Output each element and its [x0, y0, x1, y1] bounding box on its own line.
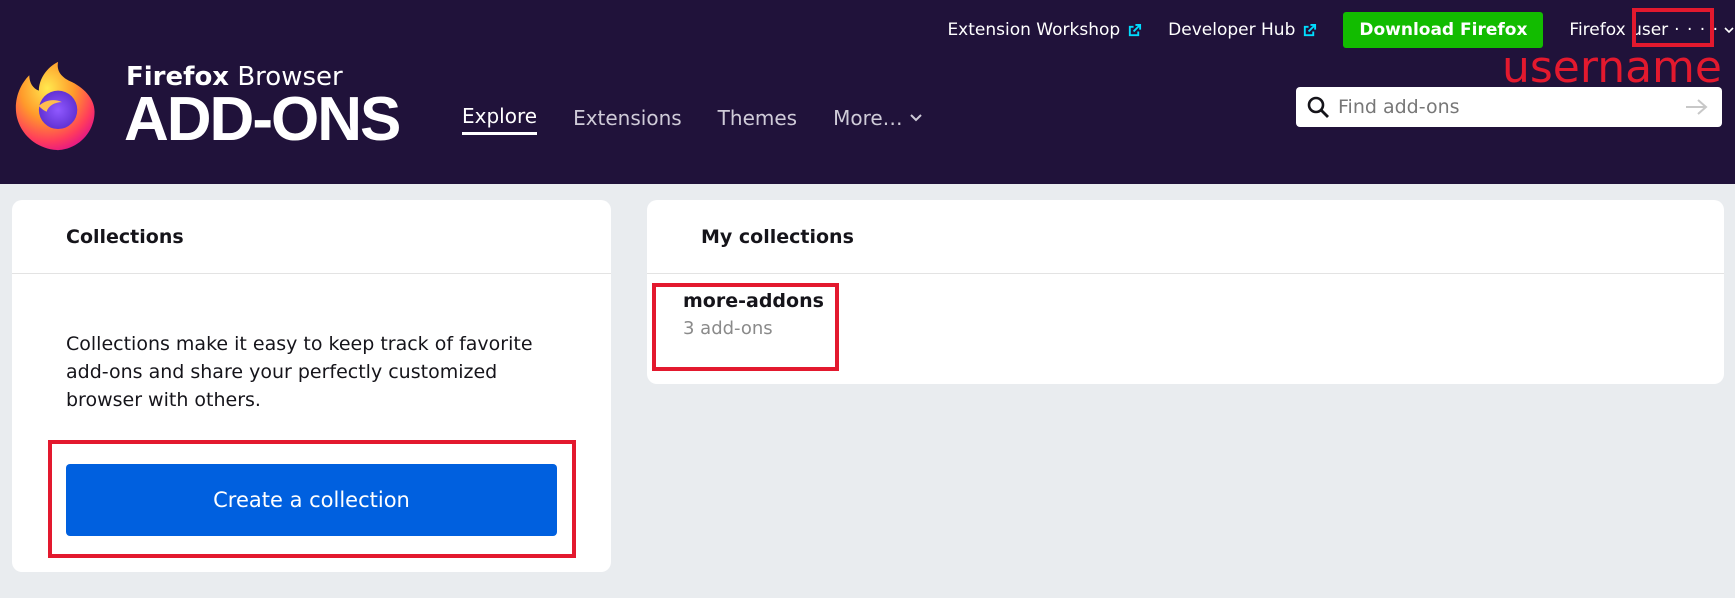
- extension-workshop-label: Extension Workshop: [947, 20, 1121, 40]
- main-nav: Explore Extensions Themes More…: [462, 104, 959, 135]
- search-input[interactable]: [1338, 96, 1668, 118]
- firefox-logo-icon[interactable]: [12, 56, 108, 156]
- extension-workshop-link[interactable]: Extension Workshop: [947, 20, 1142, 40]
- nav-more-label: More…: [833, 105, 903, 130]
- external-link-icon: [1129, 23, 1142, 36]
- my-collections-card-title: My collections: [647, 200, 1724, 274]
- developer-hub-label: Developer Hub: [1168, 20, 1296, 40]
- external-link-icon: [1304, 23, 1317, 36]
- nav-more[interactable]: More…: [833, 106, 923, 134]
- search-icon: [1307, 96, 1329, 118]
- collections-description: Collections make it easy to keep track o…: [66, 333, 533, 411]
- username-annotation-label: username: [1502, 42, 1722, 93]
- arrow-right-icon[interactable]: [1684, 97, 1710, 117]
- collection-item-highlight-box: [652, 283, 839, 371]
- collections-card-title: Collections: [12, 200, 611, 274]
- brand-title[interactable]: ADD-ONS: [124, 84, 401, 155]
- search-bar: [1296, 87, 1722, 127]
- nav-extensions[interactable]: Extensions: [573, 106, 682, 134]
- chevron-down-icon: [909, 113, 922, 121]
- nav-explore[interactable]: Explore: [462, 104, 538, 135]
- chevron-down-icon: [1724, 27, 1734, 34]
- create-button-highlight-box: [48, 440, 576, 558]
- nav-themes[interactable]: Themes: [718, 106, 797, 134]
- developer-hub-link[interactable]: Developer Hub: [1168, 20, 1317, 40]
- site-header: Extension Workshop Developer Hub Downloa…: [0, 0, 1735, 184]
